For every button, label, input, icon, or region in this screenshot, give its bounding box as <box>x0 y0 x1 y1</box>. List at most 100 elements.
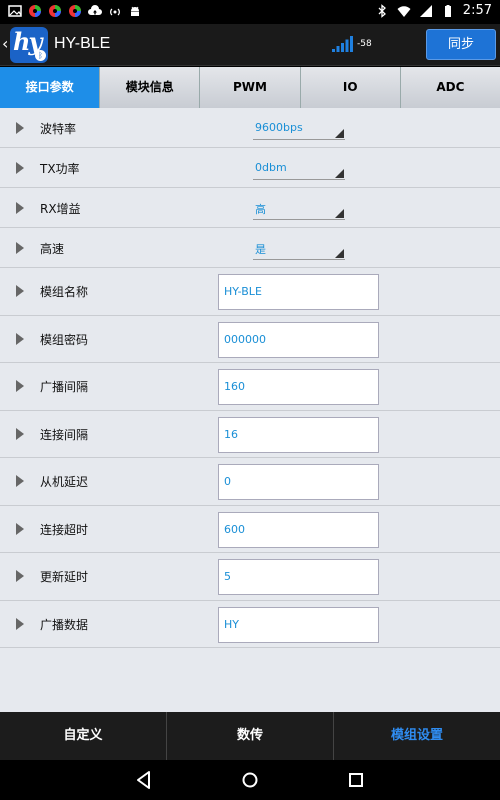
battery-icon <box>444 4 451 17</box>
android-icon <box>131 6 139 16</box>
setting-label: TX功率 <box>40 162 80 176</box>
color-wheel-icon <box>29 5 41 17</box>
tab-bar: 接口参数 模块信息 PWM IO ADC <box>0 67 500 108</box>
back-chevron-icon[interactable]: ‹ <box>2 34 8 53</box>
setting-row-tx-power[interactable]: TX功率 0dbm <box>0 148 500 188</box>
expand-arrow-icon <box>16 617 24 630</box>
app-title: HY-BLE <box>54 35 111 52</box>
setting-row-rx-gain[interactable]: RX增益 高 <box>0 188 500 228</box>
back-icon[interactable] <box>132 768 156 792</box>
wifi-hotspot-icon <box>110 8 120 16</box>
cloud-upload-icon <box>88 5 102 15</box>
setting-label: 高速 <box>40 242 65 256</box>
setting-label: 广播间隔 <box>40 380 89 394</box>
conn-timeout-field[interactable]: 600 <box>218 511 379 548</box>
high-speed-spinner[interactable]: 是 <box>253 238 345 260</box>
module-name-field[interactable]: HY-BLE <box>218 274 379 310</box>
expand-arrow-icon <box>16 380 24 392</box>
setting-row-module-password[interactable]: 模组密码 000000 <box>0 316 500 363</box>
sync-button[interactable]: 同步 <box>426 29 496 60</box>
setting-label: 广播数据 <box>40 617 89 632</box>
slave-latency-field[interactable]: 0 <box>218 464 379 500</box>
setting-row-high-speed[interactable]: 高速 是 <box>0 228 500 268</box>
bluetooth-icon <box>378 3 386 18</box>
expand-arrow-icon <box>16 427 24 440</box>
gallery-icon <box>8 5 22 17</box>
tx-power-spinner[interactable]: 0dbm <box>253 158 345 180</box>
field-value: HY <box>224 617 239 631</box>
field-value: 000000 <box>224 332 266 346</box>
tab-adc[interactable]: ADC <box>400 67 500 108</box>
setting-label: 模组名称 <box>40 285 89 299</box>
app-bar: ‹ hy ᛒ HY-BLE -58 同步 <box>0 24 500 66</box>
bluetooth-badge-icon: ᛒ <box>35 50 46 61</box>
rx-gain-spinner[interactable]: 高 <box>253 198 345 220</box>
expand-arrow-icon <box>16 475 24 487</box>
expand-arrow-icon <box>16 332 24 345</box>
setting-label: RX增益 <box>40 202 81 216</box>
settings-list: 波特率 9600bps TX功率 0dbm RX增益 高 高速 是 模组名称 H… <box>0 108 500 712</box>
notification-icons <box>8 4 142 18</box>
field-value: HY-BLE <box>224 285 262 298</box>
setting-label: 模组密码 <box>40 332 89 347</box>
spinner-value: 9600bps <box>255 121 303 134</box>
app-logo[interactable]: hy ᛒ <box>10 27 48 63</box>
expand-arrow-icon <box>16 162 24 174</box>
setting-label: 更新延时 <box>40 570 89 584</box>
dropdown-corner-icon <box>335 209 344 218</box>
setting-label: 波特率 <box>40 122 77 136</box>
spinner-value: 高 <box>255 203 266 216</box>
dropdown-corner-icon <box>335 129 344 138</box>
field-value: 160 <box>224 380 245 393</box>
system-status: 2:57 <box>375 3 492 18</box>
expand-arrow-icon <box>16 285 24 297</box>
nav-data-transfer[interactable]: 数传 <box>167 712 334 760</box>
baud-rate-spinner[interactable]: 9600bps <box>253 118 345 140</box>
field-value: 0 <box>224 475 231 488</box>
setting-row-update-delay[interactable]: 更新延时 5 <box>0 553 500 601</box>
adv-data-field[interactable]: HY <box>218 606 379 643</box>
status-bar: 2:57 <box>0 0 500 24</box>
update-delay-field[interactable]: 5 <box>218 559 379 595</box>
color-wheel-icon <box>69 5 81 17</box>
tab-interface-params[interactable]: 接口参数 <box>0 67 101 108</box>
setting-row-slave-latency[interactable]: 从机延迟 0 <box>0 458 500 506</box>
tab-module-info[interactable]: 模块信息 <box>100 67 201 108</box>
setting-row-module-name[interactable]: 模组名称 HY-BLE <box>0 268 500 316</box>
adv-interval-field[interactable]: 160 <box>218 369 379 405</box>
nav-module-settings[interactable]: 模组设置 <box>334 712 500 760</box>
setting-label: 连接超时 <box>40 522 89 537</box>
rssi-value: -58 <box>357 39 372 49</box>
setting-label: 连接间隔 <box>40 427 89 442</box>
bottom-nav: 自定义 数传 模组设置 <box>0 712 500 760</box>
module-password-field[interactable]: 000000 <box>218 321 379 358</box>
recents-icon[interactable] <box>344 768 368 792</box>
cell-signal-icon <box>419 4 432 17</box>
field-value: 16 <box>224 427 238 441</box>
field-value: 5 <box>224 570 231 583</box>
signal-strength-icon <box>332 36 353 52</box>
color-wheel-icon <box>49 5 61 17</box>
expand-arrow-icon <box>16 522 24 535</box>
setting-row-adv-data[interactable]: 广播数据 HY <box>0 601 500 648</box>
system-nav-bar <box>0 760 500 800</box>
dropdown-corner-icon <box>335 169 344 178</box>
setting-row-adv-interval[interactable]: 广播间隔 160 <box>0 363 500 411</box>
expand-arrow-icon <box>16 242 24 254</box>
expand-arrow-icon <box>16 570 24 582</box>
field-value: 600 <box>224 522 245 536</box>
spinner-value: 0dbm <box>255 161 287 174</box>
nav-custom[interactable]: 自定义 <box>0 712 167 760</box>
wifi-icon <box>397 5 411 17</box>
setting-row-baud-rate[interactable]: 波特率 9600bps <box>0 108 500 148</box>
tab-io[interactable]: IO <box>300 67 401 108</box>
tab-pwm[interactable]: PWM <box>200 67 301 108</box>
setting-row-conn-interval[interactable]: 连接间隔 16 <box>0 411 500 458</box>
expand-arrow-icon <box>16 202 24 214</box>
dropdown-corner-icon <box>335 249 344 258</box>
spinner-value: 是 <box>255 243 266 256</box>
home-icon[interactable] <box>238 768 262 792</box>
conn-interval-field[interactable]: 16 <box>218 416 379 453</box>
expand-arrow-icon <box>16 122 24 134</box>
setting-row-conn-timeout[interactable]: 连接超时 600 <box>0 506 500 553</box>
